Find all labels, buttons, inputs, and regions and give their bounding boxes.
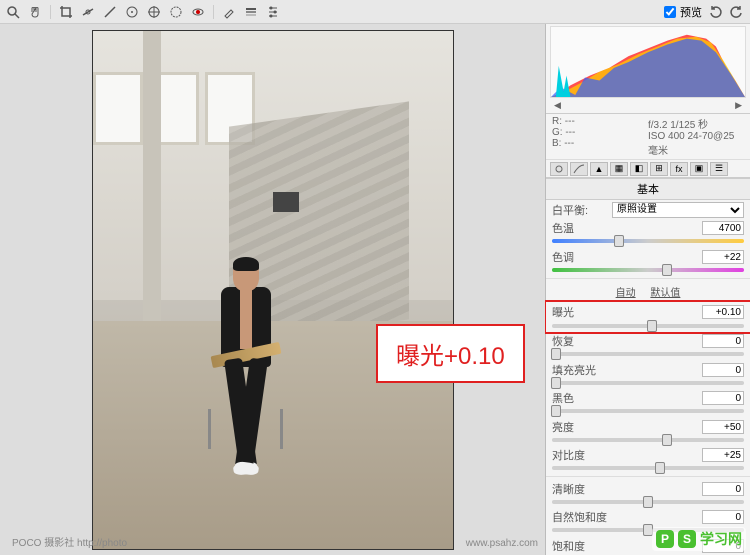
crop-tool-icon[interactable] <box>57 3 75 21</box>
fill-light-value[interactable]: 0 <box>702 363 744 377</box>
readout-b: B: --- <box>552 138 648 149</box>
hist-highlight-clip-icon[interactable]: ▶ <box>735 100 742 111</box>
sampler-tool-icon[interactable] <box>123 3 141 21</box>
rotate-cw-icon[interactable] <box>728 3 746 21</box>
black-value[interactable]: 0 <box>702 391 744 405</box>
annotation-callout: 曝光+0.10 <box>376 324 525 383</box>
tab-detail-icon[interactable]: ▲ <box>590 162 608 176</box>
separator <box>50 5 51 19</box>
temp-label: 色温 <box>552 220 608 236</box>
tab-curve-icon[interactable] <box>570 162 588 176</box>
saturation-label: 饱和度 <box>552 538 608 554</box>
tab-camera-icon[interactable]: ▣ <box>690 162 708 176</box>
histogram[interactable] <box>550 26 746 98</box>
white-balance-select[interactable]: 原照设置 <box>612 202 744 218</box>
tab-hsl-icon[interactable]: ▦ <box>610 162 628 176</box>
top-toolbar: 预览 <box>0 0 750 24</box>
black-label: 黑色 <box>552 390 608 406</box>
readout-aperture: f/3.2 <box>648 120 667 131</box>
graduated-filter-icon[interactable] <box>242 3 260 21</box>
eyedropper-tool-icon[interactable] <box>101 3 119 21</box>
readout-iso: ISO 400 <box>648 131 685 142</box>
photo-preview[interactable] <box>92 30 454 550</box>
adjustments-panel: ◀ ▶ R: --- G: --- B: --- f/3.2 1/125 秒 I… <box>545 24 750 555</box>
readout-g: G: --- <box>552 127 648 138</box>
tab-presets-icon[interactable]: ☰ <box>710 162 728 176</box>
histogram-section: ◀ ▶ <box>546 24 750 114</box>
fill-light-label: 填充亮光 <box>552 362 608 378</box>
hand-tool-icon[interactable] <box>26 3 44 21</box>
logo-text: 学习网 <box>700 529 742 549</box>
basic-section-title: 基本 <box>546 178 750 200</box>
straighten-tool-icon[interactable] <box>79 3 97 21</box>
spot-removal-icon[interactable] <box>167 3 185 21</box>
readout-r: R: --- <box>552 116 648 127</box>
tab-lens-icon[interactable]: ⊞ <box>650 162 668 176</box>
hist-shadow-clip-icon[interactable]: ◀ <box>554 100 561 111</box>
contrast-value[interactable]: +25 <box>702 448 744 462</box>
logo-s: S <box>678 530 696 548</box>
tint-slider[interactable] <box>552 268 744 272</box>
fill-light-slider[interactable] <box>552 381 744 385</box>
panel-mode-tabs: ▲ ▦ ◧ ⊞ fx ▣ ☰ <box>546 160 750 178</box>
exposure-value[interactable]: +0.10 <box>702 305 744 319</box>
temp-slider[interactable] <box>552 239 744 243</box>
redeye-tool-icon[interactable] <box>189 3 207 21</box>
preview-checkbox[interactable] <box>664 6 676 18</box>
default-link[interactable]: 默认值 <box>650 288 680 299</box>
target-adjust-icon[interactable] <box>145 3 163 21</box>
black-slider[interactable] <box>552 409 744 413</box>
info-readout: R: --- G: --- B: --- f/3.2 1/125 秒 ISO 4… <box>546 114 750 160</box>
rotate-ccw-icon[interactable] <box>706 3 724 21</box>
vibrance-value[interactable]: 0 <box>702 510 744 524</box>
contrast-slider[interactable] <box>552 466 744 470</box>
clarity-slider[interactable] <box>552 500 744 504</box>
exposure-label: 曝光 <box>552 304 608 320</box>
separator <box>213 5 214 19</box>
readout-shutter: 1/125 秒 <box>670 120 708 131</box>
preview-label: 预览 <box>680 4 702 20</box>
tint-label: 色调 <box>552 249 608 265</box>
tab-basic-icon[interactable] <box>550 162 568 176</box>
recovery-label: 恢复 <box>552 333 608 349</box>
contrast-label: 对比度 <box>552 447 608 463</box>
watermark-right: www.psahz.com <box>466 538 538 549</box>
recovery-value[interactable]: 0 <box>702 334 744 348</box>
auto-link[interactable]: 自动 <box>616 288 636 299</box>
exposure-slider[interactable] <box>552 324 744 328</box>
brightness-label: 亮度 <box>552 419 608 435</box>
vibrance-label: 自然饱和度 <box>552 509 608 525</box>
prefs-icon[interactable] <box>264 3 282 21</box>
brightness-value[interactable]: +50 <box>702 420 744 434</box>
canvas-area: POCO 摄影社 http://photo <box>0 24 545 555</box>
main-area: POCO 摄影社 http://photo 曝光+0.10 www.psahz.… <box>0 24 750 555</box>
zoom-tool-icon[interactable] <box>4 3 22 21</box>
site-logo: P S 学习网 <box>652 527 746 551</box>
tint-value[interactable]: +22 <box>702 250 744 264</box>
temp-value[interactable]: 4700 <box>702 221 744 235</box>
clarity-value[interactable]: 0 <box>702 482 744 496</box>
clarity-label: 清晰度 <box>552 481 608 497</box>
white-balance-label: 白平衡: <box>552 202 608 218</box>
adjustment-brush-icon[interactable] <box>220 3 238 21</box>
logo-p: P <box>656 530 674 548</box>
tab-split-icon[interactable]: ◧ <box>630 162 648 176</box>
watermark-left: POCO 摄影社 http://photo <box>12 534 127 549</box>
recovery-slider[interactable] <box>552 352 744 356</box>
tab-fx-icon[interactable]: fx <box>670 162 688 176</box>
brightness-slider[interactable] <box>552 438 744 442</box>
